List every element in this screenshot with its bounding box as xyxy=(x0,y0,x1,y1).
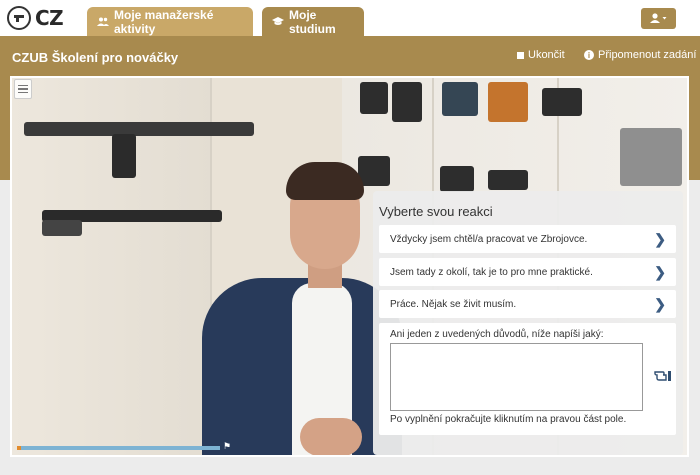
footer-strip xyxy=(0,459,700,475)
graduation-cap-icon xyxy=(272,15,284,29)
pistol-image xyxy=(360,82,388,114)
top-bar: CZ Moje manažerské aktivity Moje studium xyxy=(0,0,700,36)
tab-label: Moje studium xyxy=(289,7,336,36)
logo-badge-icon xyxy=(7,6,31,30)
course-header: CZUB Školení pro nováčky Ukončit i Připo… xyxy=(0,36,700,76)
chevron-right-icon: ❯ xyxy=(654,264,666,280)
rifle-grip-image xyxy=(112,134,136,178)
pistol-image xyxy=(358,156,390,186)
pistol-image xyxy=(392,82,422,122)
video-progress-fill xyxy=(17,446,22,450)
cz-logo[interactable]: CZ xyxy=(7,6,64,30)
tab-label: Moje manažerské aktivity xyxy=(114,7,214,36)
other-reason-label: Ani jeden z uvedených důvodů, níže napíš… xyxy=(390,329,604,340)
grenade-launcher-image xyxy=(42,220,82,236)
pistol-image xyxy=(620,128,682,186)
finish-flag-icon: ⚑ xyxy=(223,441,232,451)
user-icon xyxy=(649,10,668,28)
pointing-hand-icon[interactable] xyxy=(654,366,672,385)
chevron-right-icon: ❯ xyxy=(654,296,666,312)
users-icon xyxy=(97,15,109,29)
reaction-option-label: Vždycky jsem chtěl/a pracovat ve Zbrojov… xyxy=(390,233,588,245)
course-title: CZUB Školení pro nováčky xyxy=(12,50,179,65)
reaction-option[interactable]: Vždycky jsem chtěl/a pracovat ve Zbrojov… xyxy=(379,225,676,253)
pistol-image xyxy=(440,166,474,192)
hamburger-icon xyxy=(18,84,28,87)
other-reason-hint: Po vyplnění pokračujte kliknutím na prav… xyxy=(390,414,627,425)
pistol-image xyxy=(542,88,582,116)
stop-icon xyxy=(517,51,524,59)
rifle-image xyxy=(24,122,254,136)
remind-assignment-button[interactable]: i Připomenout zadání xyxy=(584,49,696,61)
tab-manager-activities[interactable]: Moje manažerské aktivity xyxy=(87,7,253,36)
reaction-panel: Vyberte svou reakci Vždycky jsem chtěl/a… xyxy=(373,191,683,455)
logo-text: CZ xyxy=(35,6,64,30)
video-menu-button[interactable] xyxy=(14,79,32,99)
chevron-right-icon: ❯ xyxy=(654,231,666,247)
other-reason-input[interactable] xyxy=(390,343,643,411)
reaction-option-label: Práce. Nějak se živit musím. xyxy=(390,298,517,310)
end-button[interactable]: Ukončit xyxy=(517,49,565,61)
user-menu-button[interactable] xyxy=(641,8,676,29)
other-reason-box[interactable]: Ani jeden z uvedených důvodů, níže napíš… xyxy=(379,323,676,435)
tab-my-studies[interactable]: Moje studium xyxy=(262,7,364,36)
info-icon: i xyxy=(584,50,594,60)
presenter-hands xyxy=(300,418,362,455)
reaction-option[interactable]: Práce. Nějak se živit musím. ❯ xyxy=(379,290,676,318)
reaction-title: Vyberte svou reakci xyxy=(379,204,493,219)
pistol-image xyxy=(488,170,528,190)
presenter-hair xyxy=(286,162,364,200)
reaction-option[interactable]: Jsem tady z okolí, tak je to pro mne pra… xyxy=(379,258,676,286)
remind-label: Připomenout zadání xyxy=(598,49,697,61)
pistol-image xyxy=(488,82,528,122)
reaction-option-label: Jsem tady z okolí, tak je to pro mne pra… xyxy=(390,266,593,278)
video-progress-bar[interactable] xyxy=(17,446,220,450)
pistol-image xyxy=(442,82,478,116)
end-label: Ukončit xyxy=(528,49,565,61)
